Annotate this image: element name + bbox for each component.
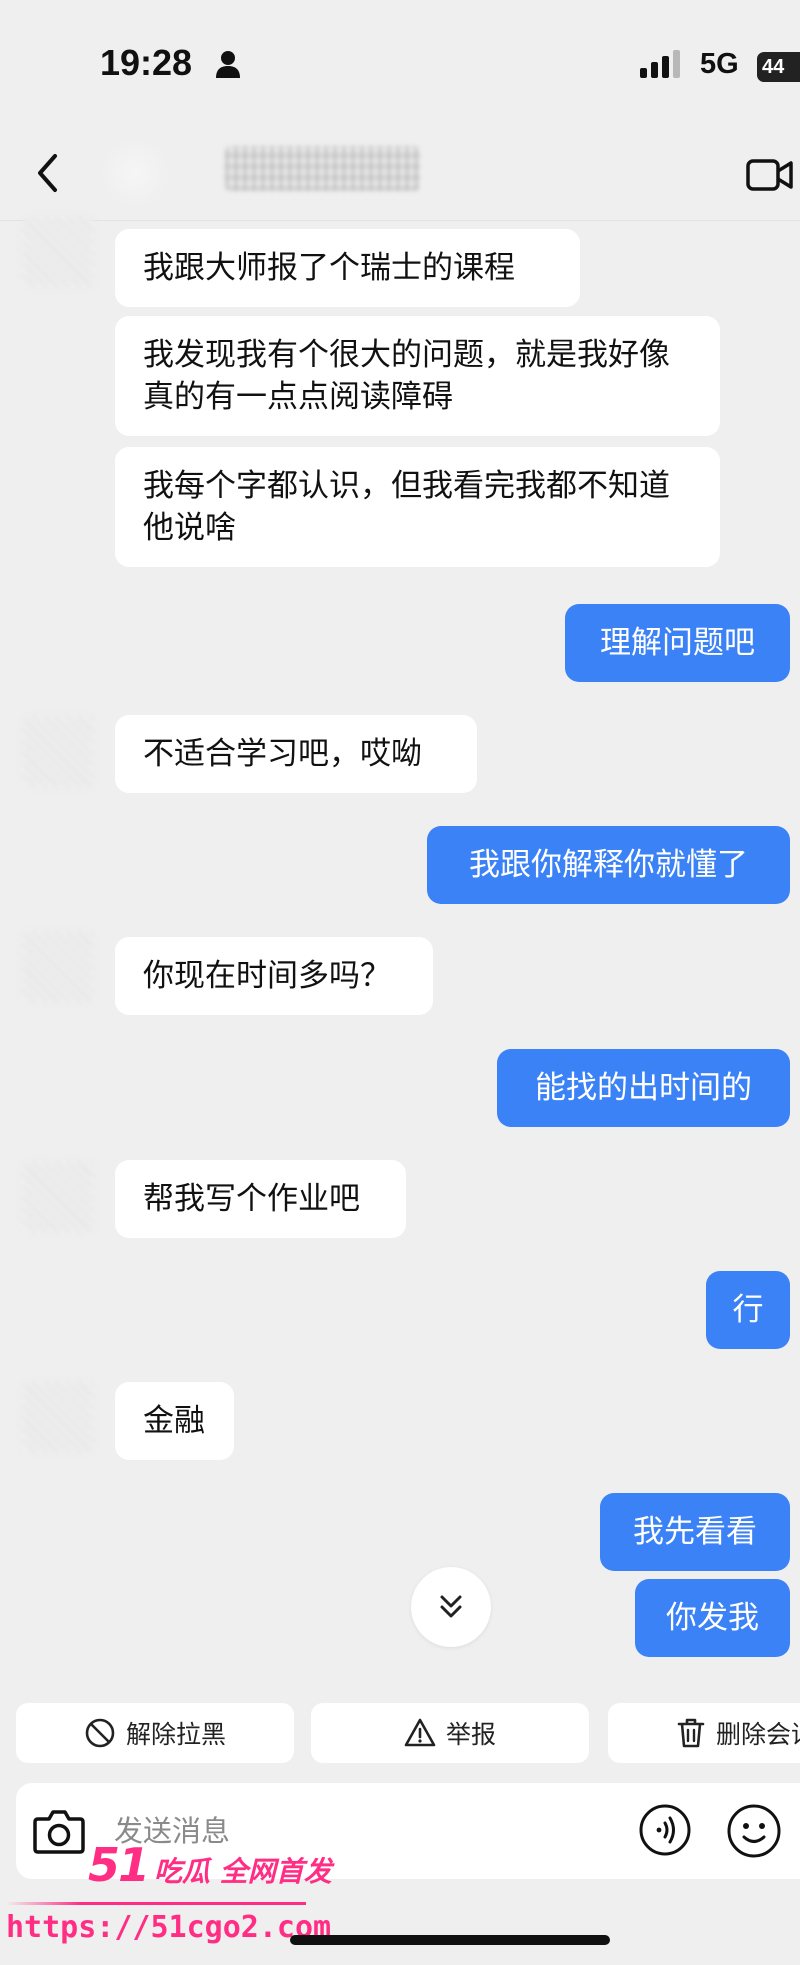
- outgoing-message[interactable]: 我跟你解释你就懂了: [427, 826, 790, 904]
- trash-icon: [677, 1718, 705, 1748]
- home-indicator[interactable]: [290, 1935, 610, 1945]
- watermark-brand: 51 吃瓜 全网首发: [88, 1838, 332, 1892]
- incoming-message[interactable]: 金融: [115, 1382, 234, 1460]
- status-time: 19:28: [100, 42, 193, 83]
- chat-screen: 19:28 5G 44 我跟大师报了个瑞士的课程 我发现我有个很大的问题，就是我…: [0, 0, 800, 1965]
- status-bar: 19:28 5G 44: [0, 0, 800, 130]
- sender-avatar[interactable]: [22, 1381, 94, 1453]
- outgoing-message[interactable]: 行: [706, 1271, 790, 1349]
- outgoing-message[interactable]: 我先看看: [600, 1493, 790, 1571]
- sender-avatar[interactable]: [22, 216, 94, 288]
- watermark-url: https://51cgo2.com: [6, 1910, 332, 1945]
- watermark: 51 吃瓜 全网首发 https://51cgo2.com: [0, 1838, 332, 1958]
- incoming-message[interactable]: 你现在时间多吗？: [115, 937, 433, 1015]
- report-button[interactable]: 举报: [311, 1703, 589, 1763]
- battery-level: 44: [762, 56, 785, 78]
- outgoing-message[interactable]: 理解问题吧: [565, 604, 790, 682]
- video-call-icon[interactable]: [746, 157, 794, 193]
- outgoing-message[interactable]: 能找的出时间的: [497, 1049, 790, 1127]
- voice-icon[interactable]: [638, 1803, 692, 1857]
- unblock-label: 解除拉黑: [125, 1720, 226, 1749]
- message-list[interactable]: 我跟大师报了个瑞士的课程 我发现我有个很大的问题，就是我好像真的有一点点阅读障碍…: [0, 216, 800, 1701]
- contact-name-redacted[interactable]: [225, 146, 420, 191]
- warning-icon: [404, 1718, 436, 1747]
- delete-chat-button[interactable]: 删除会话: [608, 1703, 800, 1763]
- incoming-message[interactable]: 我发现我有个很大的问题，就是我好像真的有一点点阅读障碍: [115, 316, 720, 436]
- report-label: 举报: [445, 1720, 496, 1749]
- delete-chat-label: 删除会话: [716, 1720, 800, 1749]
- sender-avatar[interactable]: [22, 716, 94, 788]
- person-icon: [216, 51, 240, 78]
- network-label: 5G: [700, 48, 739, 80]
- prohibited-icon: [85, 1718, 115, 1748]
- action-row: 解除拉黑 举报 删除会话: [0, 1703, 800, 1763]
- battery-icon: 44: [757, 52, 800, 82]
- back-arrow-icon[interactable]: [28, 148, 68, 198]
- double-chevron-down-icon: [440, 1595, 462, 1618]
- chat-header: [0, 130, 800, 221]
- incoming-message[interactable]: 我跟大师报了个瑞士的课程: [115, 229, 580, 307]
- contact-avatar[interactable]: [100, 140, 170, 206]
- watermark-text: 吃瓜 全网首发: [154, 1855, 332, 1888]
- scroll-to-bottom-button[interactable]: [411, 1567, 491, 1647]
- unblock-button[interactable]: 解除拉黑: [16, 1703, 294, 1763]
- incoming-message[interactable]: 我每个字都认识，但我看完我都不知道他说啥: [115, 447, 720, 567]
- watermark-underline: [6, 1902, 306, 1905]
- signal-icon: [640, 50, 680, 78]
- incoming-message[interactable]: 不适合学习吧，哎呦: [115, 715, 477, 793]
- outgoing-message[interactable]: 你发我: [635, 1579, 790, 1657]
- emoji-icon[interactable]: [726, 1803, 782, 1859]
- sender-avatar[interactable]: [22, 1161, 94, 1233]
- watermark-number: 51: [88, 1838, 150, 1892]
- incoming-message[interactable]: 帮我写个作业吧: [115, 1160, 406, 1238]
- sender-avatar[interactable]: [22, 931, 94, 1003]
